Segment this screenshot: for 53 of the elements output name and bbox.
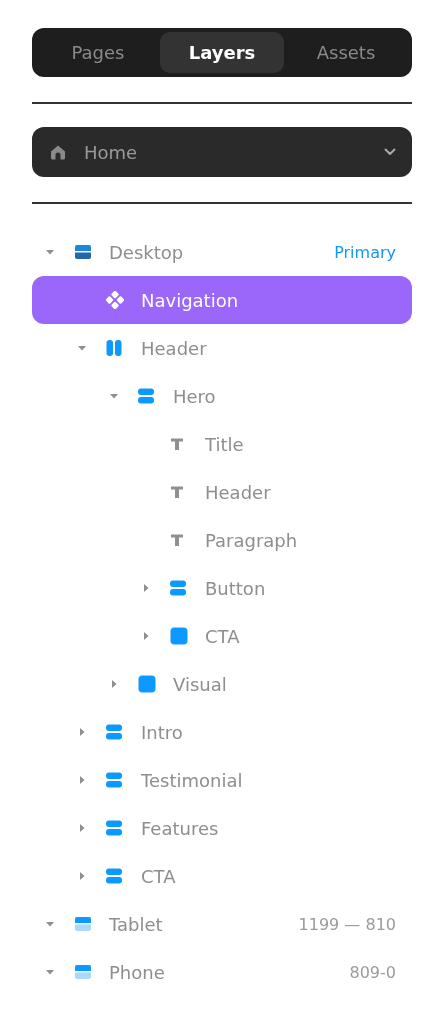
layer-row[interactable]: Intro: [32, 708, 412, 756]
caret-down-icon[interactable]: [46, 968, 54, 976]
layer-row[interactable]: Navigation: [32, 276, 412, 324]
caret-right-icon[interactable]: [110, 680, 118, 688]
primary-label: Primary: [334, 242, 396, 262]
columns-icon: [106, 340, 122, 356]
layer-row[interactable]: Title: [32, 420, 412, 468]
layer-row[interactable]: Hero: [32, 372, 412, 420]
layer-row[interactable]: Features: [32, 804, 412, 852]
rows-icon: [106, 724, 122, 740]
layer-row[interactable]: Paragraph: [32, 516, 412, 564]
layer-row[interactable]: Desktop Primary: [32, 228, 412, 276]
caret-right-icon[interactable]: [78, 728, 86, 736]
breakpoint-range: 1199 — 810: [298, 914, 396, 934]
caret-down-icon[interactable]: [78, 344, 86, 352]
text-icon: [170, 533, 184, 547]
square-icon: [170, 627, 188, 645]
tab[interactable]: Pages: [36, 32, 160, 73]
layer-row[interactable]: Phone 809-0: [32, 948, 412, 996]
breakpoint-range: 809-0: [349, 962, 396, 982]
caret-right-icon[interactable]: [78, 776, 86, 784]
rows-icon: [170, 580, 186, 596]
layer-row[interactable]: CTA: [32, 612, 412, 660]
breakpoint-icon: [74, 964, 92, 980]
tab[interactable]: Layers: [160, 32, 284, 73]
tab[interactable]: Assets: [284, 32, 408, 73]
rows-icon: [106, 772, 122, 788]
rows-icon: [106, 820, 122, 836]
rows-icon: [106, 868, 122, 884]
caret-down-icon[interactable]: [110, 392, 118, 400]
layer-row[interactable]: Button: [32, 564, 412, 612]
square-icon: [138, 675, 156, 693]
layer-row[interactable]: Testimonial: [32, 756, 412, 804]
rows-icon: [138, 388, 154, 404]
layer-row[interactable]: Tablet 1199 — 810: [32, 900, 412, 948]
caret-right-icon[interactable]: [142, 632, 150, 640]
caret-down-icon[interactable]: [46, 248, 54, 256]
caret-right-icon[interactable]: [142, 584, 150, 592]
layer-row[interactable]: Visual: [32, 660, 412, 708]
page-dropdown[interactable]: Home: [32, 127, 412, 177]
layer-row[interactable]: Header: [32, 324, 412, 372]
layer-row[interactable]: Header: [32, 468, 412, 516]
text-icon: [170, 437, 184, 451]
caret-right-icon[interactable]: [78, 872, 86, 880]
breakpoint-icon: [74, 244, 92, 260]
caret-down-icon[interactable]: [46, 920, 54, 928]
home-icon: [50, 144, 66, 160]
layer-row[interactable]: CTA: [32, 852, 412, 900]
chevron-down-icon: [384, 148, 396, 156]
breakpoint-icon: [74, 916, 92, 932]
component-icon: [106, 291, 124, 309]
text-icon: [170, 485, 184, 499]
caret-right-icon[interactable]: [78, 824, 86, 832]
